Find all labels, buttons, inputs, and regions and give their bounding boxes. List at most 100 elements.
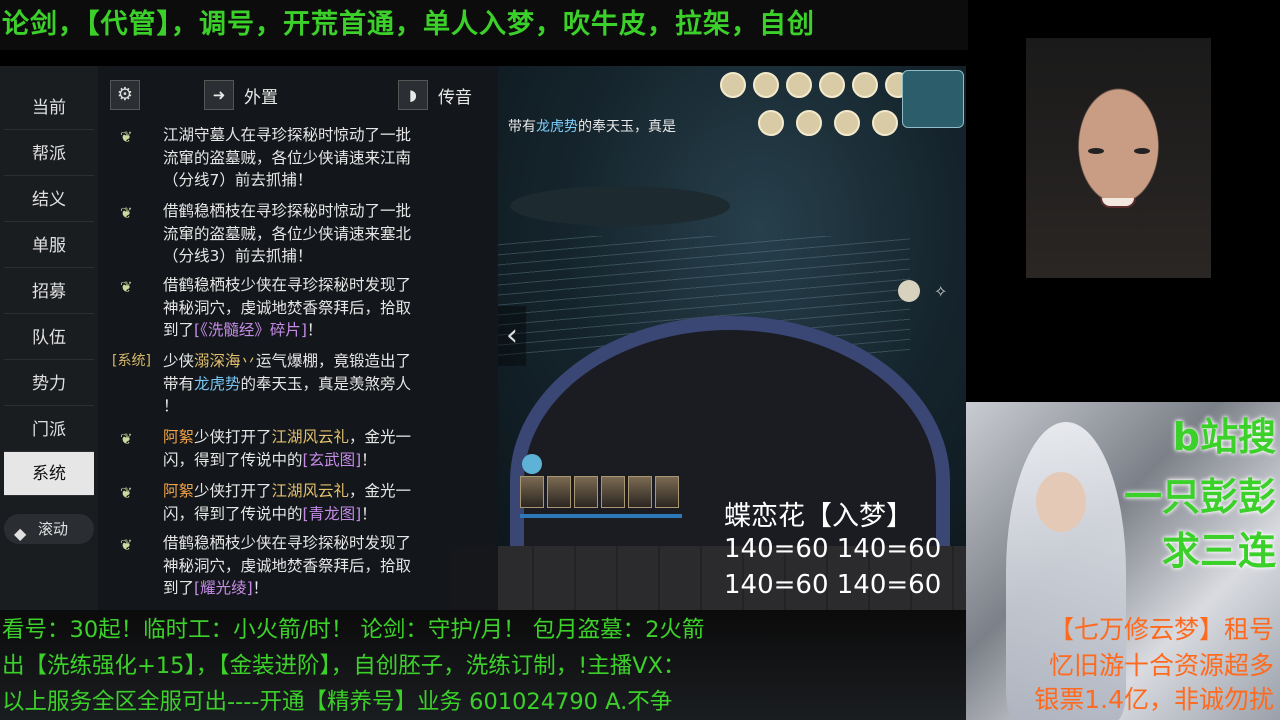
message-line: （分线7）前去抓捕！ [163,171,313,189]
skill-slot[interactable] [601,476,625,508]
promo-art-panel: b站搜 一只彭彭 求三连 【七万修云梦】租号 忆旧游十合资源超多 银票1.4亿，… [966,402,1280,720]
activity-icon[interactable] [872,110,898,136]
horn-icon: ◗ [398,80,428,110]
item-link[interactable]: [青龙图] [303,505,362,523]
channel-sect[interactable]: 门派 [4,408,94,452]
gear-icon: ⚙ [116,84,134,105]
minimap[interactable] [902,70,964,128]
channel-recruit[interactable]: 招募 [4,270,94,314]
activity-icon[interactable] [753,72,779,98]
hint-pre: 带有 [508,119,536,135]
message-text: 闪，得到了传说中的 [163,450,303,469]
sparkle-icon[interactable]: ✧ [934,282,954,302]
player-name-link[interactable]: 溺深海丷 [194,352,256,370]
streamer-avatar [1026,38,1211,278]
message-line: 闪，得到了传说中的[青龙图]！ [163,503,463,526]
channel-system[interactable]: 系统 [4,452,94,496]
skill-slot[interactable] [520,476,544,508]
message-tail: ！ [361,504,377,523]
message-line: 少侠溺深海丷运气爆棚，竟锻造出了 [163,350,463,373]
message-text: 运气爆棚，竟锻造出了 [256,352,412,370]
external-chat-button[interactable]: ➜ 外置 [204,80,278,110]
message-text: 到了 [163,579,195,597]
chat-header: ⚙ ➜ 外置 ◗ 传音 [98,66,498,124]
avatar-smile [1100,198,1136,208]
scene-hint-text: 带有龙虎势的奉天玉，真是 [508,116,676,136]
channel-guild[interactable]: 帮派 [4,132,94,176]
overlay-stat-line: 140=60 140=60 [724,534,942,564]
activity-icon[interactable] [720,72,746,98]
gift-link[interactable]: 江湖风云礼 [272,482,350,500]
energy-bar [520,514,682,518]
activity-icon[interactable] [796,110,822,136]
message-text: ，金光一 [349,482,412,500]
message-text: 少侠打开了 [194,428,272,446]
activity-icon[interactable] [834,110,860,136]
message-line: 流窜的盗墓贼，各位少侠请速来江南 [163,148,412,167]
message-line: 带有龙虎势的奉天玉，真是羡煞旁人 [163,373,463,396]
message-tail: ！ [361,450,377,469]
skill-link[interactable]: 龙虎势 [194,375,241,393]
message-text: 闪，得到了传说中的 [163,504,303,523]
message-line: 到了[《洗髓经》碎片]！ [163,319,463,342]
message-line: 借鹤稳栖枝在寻珍探秘时惊动了一批 [163,202,412,220]
message-text: 少侠打开了 [194,482,272,500]
skill-slot[interactable] [628,476,652,508]
scroll-toggle[interactable]: ◆ 滚动 [4,514,94,544]
activity-icon[interactable] [758,110,784,136]
channel-team[interactable]: 队伍 [4,316,94,360]
message-line: 闪，得到了传说中的[玄武图]！ [163,449,463,472]
message-text: 的奉天玉，真是羡煞旁人 [240,374,412,393]
message-line: 阿絮少侠打开了江湖风云礼，金光一 [163,426,463,449]
gift-link[interactable]: 江湖风云礼 [272,428,350,446]
player-name-link[interactable]: 阿絮 [163,428,194,446]
voice-message-button[interactable]: ◗ 传音 [398,80,472,110]
promo-ad-line: 忆旧游十合资源超多 [1048,651,1274,680]
message-line: 流窜的盗墓贼，各位少侠请速来塞北 [163,224,412,243]
channel-server[interactable]: 单服 [4,224,94,268]
message-tail: ！ [306,321,323,339]
skill-slot[interactable] [547,476,571,508]
island-shape [510,186,730,226]
skill-slot[interactable] [574,476,598,508]
leaf-icon: ❦ [120,278,133,296]
activity-icon[interactable] [786,72,812,98]
player-name-link[interactable]: 阿絮 [163,482,194,500]
channel-faction[interactable]: 势力 [4,362,94,406]
item-link[interactable]: [《洗髓经》碎片] [194,321,307,339]
chat-bubble-icon[interactable] [522,454,542,474]
message-line: 江湖守墓人在寻珍探秘时惊动了一批 [163,126,412,144]
character-face [1036,472,1086,532]
item-link[interactable]: [耀光绫] [194,579,253,597]
stream-frame: 论剑，【代管】，调号，开荒首通，单人入梦，吹牛皮，拉架，自创 带有龙虎势的奉天玉… [0,0,1280,720]
limited-event-icon[interactable] [898,280,920,302]
overlay-stat-line: 140=60 140=60 [724,570,942,600]
chat-channel-sidebar: 当前 帮派 结义 单服 招募 队伍 势力 门派 系统 ◆ 滚动 [0,66,98,610]
item-link[interactable]: [玄武图] [303,451,362,469]
exit-arrow-icon: ➜ [204,80,234,110]
chat-settings-button[interactable]: ⚙ [110,80,140,110]
hint-skill: 龙虎势 [536,119,578,135]
top-scrolling-banner: 论剑，【代管】，调号，开荒首通，单人入梦，吹牛皮，拉架，自创 [0,0,968,50]
leaf-icon: ❦ [120,430,133,448]
promo-text: 求三连 [1161,529,1276,573]
hint-post: 的奉天玉，真是 [578,119,676,135]
message-line: 到了[耀光绫]！ [163,577,463,600]
message-line: 借鹤稳栖枝少侠在寻珍探秘时发现了 [163,534,412,552]
message-line: 神秘洞穴，虔诚地焚香祭拜后，拾取 [163,298,412,317]
channel-sworn[interactable]: 结义 [4,178,94,222]
skill-slot[interactable] [655,476,679,508]
activity-icon[interactable] [819,72,845,98]
channel-current[interactable]: 当前 [4,86,94,130]
activity-icon[interactable] [852,72,878,98]
scroll-label: 滚动 [38,520,69,538]
collapse-chat-button[interactable]: ‹ [498,306,526,366]
message-line: 阿絮少侠打开了江湖风云礼，金光一 [163,480,463,503]
message-text: ，金光一 [349,428,412,446]
leaf-icon: ❦ [120,204,133,222]
activity-icons-row [720,72,911,98]
avatar-image [1026,38,1211,278]
message-text: 少侠 [163,352,195,370]
message-line: （分线3）前去抓捕！ [163,247,313,265]
promo-text: 一只彭彭 [1123,475,1276,519]
